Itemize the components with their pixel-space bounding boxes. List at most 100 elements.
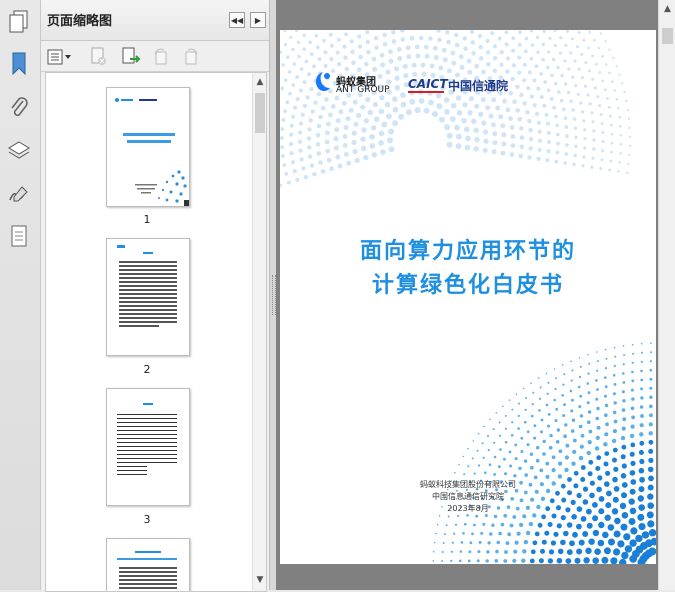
decor-dot xyxy=(458,559,462,563)
decor-dot xyxy=(547,558,553,564)
decor-dot xyxy=(481,120,487,126)
decor-dot xyxy=(472,440,474,442)
bookmark-icon[interactable] xyxy=(5,50,33,78)
decor-dot xyxy=(329,57,334,62)
decor-dot xyxy=(392,106,399,113)
decor-dot xyxy=(572,438,577,443)
thumbnail-page-1[interactable] xyxy=(106,87,190,207)
decor-dot xyxy=(372,66,378,72)
decor-dot xyxy=(373,116,380,123)
decor-dot xyxy=(583,128,587,132)
decor-dot xyxy=(509,125,515,130)
decor-dot xyxy=(604,481,610,487)
decor-dot xyxy=(571,418,576,422)
thumbnail-scrollbar[interactable]: ▲ ▼ xyxy=(252,73,266,591)
decor-dot xyxy=(556,428,560,432)
layers-icon[interactable] xyxy=(5,136,33,164)
decor-dot xyxy=(527,155,532,160)
decor-dot xyxy=(620,435,626,441)
signature-icon[interactable] xyxy=(5,180,33,208)
decor-dot xyxy=(462,455,465,458)
decor-dot xyxy=(611,438,617,444)
rotate-right-button[interactable] xyxy=(181,47,201,67)
scroll-up-icon[interactable]: ▲ xyxy=(255,77,265,87)
decor-dot xyxy=(374,45,379,50)
decor-dot xyxy=(310,109,315,114)
thumbnail-scroll-thumb[interactable] xyxy=(255,93,265,133)
decor-dot xyxy=(473,127,479,133)
insert-page-button[interactable] xyxy=(121,47,141,67)
decor-dot xyxy=(546,149,551,154)
decor-dot xyxy=(648,547,656,556)
scroll-up-icon[interactable]: ▲ xyxy=(662,4,673,15)
decor-dot xyxy=(553,81,558,86)
decor-dot xyxy=(552,105,556,110)
decor-dot xyxy=(450,559,453,563)
decor-dot xyxy=(612,374,616,377)
decor-dot xyxy=(546,392,549,395)
decor-dot xyxy=(356,67,362,73)
navigation-rail xyxy=(0,0,41,590)
decor-dot xyxy=(622,363,625,366)
decor-dot xyxy=(443,97,450,103)
document-view: 蚂蚁集团 ANT GROUP CAICT 中国信通院 面向算力应用环节的 计算绿… xyxy=(276,0,658,590)
thumbnail-page-4[interactable] xyxy=(106,538,190,591)
decor-dot xyxy=(307,127,312,132)
document-scroll-thumb[interactable] xyxy=(662,28,673,44)
rotate-left-button[interactable] xyxy=(151,47,171,67)
thumbnail-page-2[interactable] xyxy=(106,238,190,356)
decor-dot xyxy=(583,84,588,88)
decor-dot xyxy=(495,412,498,414)
collapse-panel-button[interactable]: ◀◀ xyxy=(229,12,245,28)
decor-dot xyxy=(631,361,634,364)
decor-dot xyxy=(601,79,605,83)
thumbnail-page-3[interactable] xyxy=(106,388,190,506)
expand-panel-button[interactable]: ▶ xyxy=(250,12,266,28)
decor-dot xyxy=(563,530,569,537)
decor-dot xyxy=(578,375,582,378)
decor-dot xyxy=(450,50,456,56)
decor-dot xyxy=(455,95,462,101)
decor-dot xyxy=(604,376,607,379)
decor-dot xyxy=(396,46,402,52)
decor-dot xyxy=(650,342,652,345)
decor-dot xyxy=(648,422,653,427)
decor-dot xyxy=(446,141,453,148)
decor-dot xyxy=(549,498,555,504)
decor-dot xyxy=(582,486,589,492)
decor-dot xyxy=(461,117,467,124)
decor-dot xyxy=(571,398,574,402)
pages-icon[interactable] xyxy=(5,8,33,36)
decor-dot xyxy=(570,379,573,382)
decor-dot xyxy=(630,388,634,392)
decor-dot xyxy=(517,414,520,417)
decor-dot xyxy=(302,103,307,108)
decor-dot xyxy=(602,531,609,539)
decor-dot xyxy=(610,132,614,136)
decor-dot xyxy=(579,394,583,398)
decor-dot xyxy=(587,69,591,73)
decor-dot xyxy=(481,442,484,445)
attachment-icon[interactable] xyxy=(5,94,33,122)
panel-header: 页面缩略图 ◀◀ ▶ xyxy=(41,0,269,41)
decor-dot xyxy=(297,139,303,144)
document-scrollbar[interactable]: ▲ xyxy=(658,0,675,590)
decor-dot xyxy=(457,514,460,517)
scroll-down-icon[interactable]: ▼ xyxy=(255,575,265,585)
decor-dot xyxy=(586,382,590,385)
decor-dot xyxy=(529,452,534,456)
decor-dot xyxy=(638,523,646,531)
decor-dot xyxy=(391,39,397,44)
decor-dot xyxy=(605,502,612,509)
decor-dot xyxy=(382,41,388,47)
delete-page-button[interactable] xyxy=(89,47,109,67)
decor-dot xyxy=(309,163,315,168)
decor-dot xyxy=(504,440,508,444)
decor-dot xyxy=(621,426,626,431)
caict-logo-underline xyxy=(408,91,444,93)
decor-dot xyxy=(517,70,522,75)
decor-dot xyxy=(555,407,559,411)
options-menu-button[interactable] xyxy=(46,47,74,67)
document-icon[interactable] xyxy=(5,222,33,250)
decor-dot xyxy=(333,136,339,142)
